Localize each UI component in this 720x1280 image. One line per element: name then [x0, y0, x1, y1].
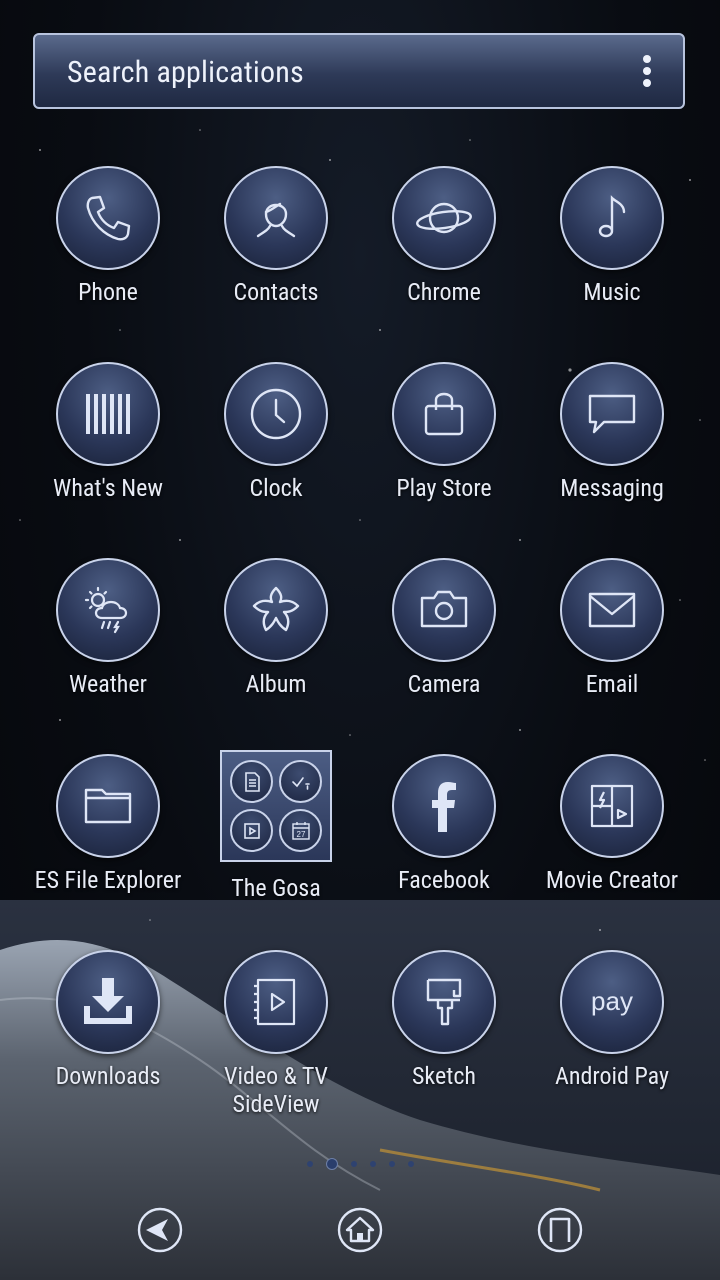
app-camera[interactable]: Camera: [360, 558, 528, 698]
folder-icon: [84, 788, 132, 824]
app-album[interactable]: Album: [192, 558, 360, 698]
app-label: Contacts: [233, 278, 319, 306]
app-label: Camera: [407, 670, 481, 698]
app-label: Weather: [69, 670, 147, 698]
pay-icon: pay: [591, 986, 633, 1016]
facebook-icon: [432, 782, 456, 832]
app-chrome[interactable]: Chrome: [360, 166, 528, 306]
app-label: What's New: [53, 474, 163, 502]
app-label: Phone: [78, 278, 138, 306]
planet-icon: [416, 202, 472, 234]
app-weather[interactable]: Weather: [24, 558, 192, 698]
navigation-bar: [0, 1200, 720, 1264]
page-dot: [369, 1161, 376, 1167]
document-icon: [244, 771, 260, 792]
app-label: Sketch: [411, 1062, 477, 1090]
app-label: Chrome: [407, 278, 481, 306]
camera-icon: [420, 590, 468, 628]
recents-button[interactable]: [536, 1206, 584, 1254]
clock-icon: [250, 388, 302, 440]
app-label: Movie Creator: [545, 866, 679, 894]
page-dot: [407, 1161, 414, 1167]
page-dot: [388, 1161, 395, 1167]
checklist-icon: [291, 776, 310, 790]
chat-bubble-icon: [588, 394, 636, 434]
app-grid: Phone Contacts Chrome Music What's New C…: [0, 0, 720, 1140]
app-label: Album: [245, 670, 307, 698]
app-contacts[interactable]: Contacts: [192, 166, 360, 306]
app-label: Play Store: [396, 474, 492, 502]
app-facebook[interactable]: Facebook: [360, 754, 528, 894]
phone-icon: [86, 195, 131, 241]
app-phone[interactable]: Phone: [24, 166, 192, 306]
video-icon: [254, 978, 296, 1026]
page-dot-current: [325, 1158, 338, 1170]
app-label: Email: [585, 670, 639, 698]
app-label: The Gosa: [231, 874, 321, 902]
app-label: Android Pay: [555, 1062, 669, 1090]
app-label: ES File Explorer: [34, 866, 182, 894]
app-folder-icon[interactable]: 27: [220, 750, 332, 862]
app-es-file-explorer[interactable]: ES File Explorer: [24, 754, 192, 894]
app-label: Messaging: [560, 474, 664, 502]
page-indicator: [0, 1158, 720, 1170]
weather-icon: [84, 586, 128, 634]
home-button[interactable]: [336, 1206, 384, 1254]
app-sketch[interactable]: Sketch: [360, 950, 528, 1090]
home-icon: [337, 1207, 383, 1253]
app-movie-creator[interactable]: Movie Creator: [528, 754, 696, 894]
app-music[interactable]: Music: [528, 166, 696, 306]
calendar-icon: 27: [291, 821, 310, 840]
app-label: Facebook: [398, 866, 490, 894]
paint-brush-icon: [426, 978, 462, 1026]
svg-text:27: 27: [296, 830, 305, 839]
flower-icon: [252, 586, 300, 632]
download-icon: [84, 978, 132, 1024]
shopping-bag-icon: [424, 392, 464, 436]
app-messaging[interactable]: Messaging: [528, 362, 696, 502]
page-dot: [350, 1161, 357, 1167]
music-note-icon: [598, 195, 626, 238]
recents-icon: [537, 1207, 583, 1253]
app-clock[interactable]: Clock: [192, 362, 360, 502]
envelope-icon: [588, 592, 636, 628]
page-dot: [306, 1161, 313, 1167]
play-icon: [243, 822, 260, 839]
app-label: Clock: [249, 474, 303, 502]
app-downloads[interactable]: Downloads: [24, 950, 192, 1090]
barcode-icon: [86, 394, 130, 434]
app-video-tv-sideview[interactable]: Video & TV SideView: [192, 950, 360, 1118]
app-android-pay[interactable]: pay Android Pay: [528, 950, 696, 1090]
app-label: Downloads: [55, 1062, 161, 1090]
back-icon: [137, 1207, 183, 1253]
app-email[interactable]: Email: [528, 558, 696, 698]
movie-creator-icon: [590, 784, 634, 828]
app-label: Video & TV SideView: [224, 1062, 328, 1118]
contacts-icon: [256, 202, 296, 238]
back-button[interactable]: [136, 1206, 184, 1254]
app-label: Music: [583, 278, 641, 306]
app-play-store[interactable]: Play Store: [360, 362, 528, 502]
app-whats-new[interactable]: What's New: [24, 362, 192, 502]
svg-text:pay: pay: [591, 986, 633, 1016]
app-folder-the-gosa[interactable]: 27 The Gosa: [192, 750, 360, 902]
